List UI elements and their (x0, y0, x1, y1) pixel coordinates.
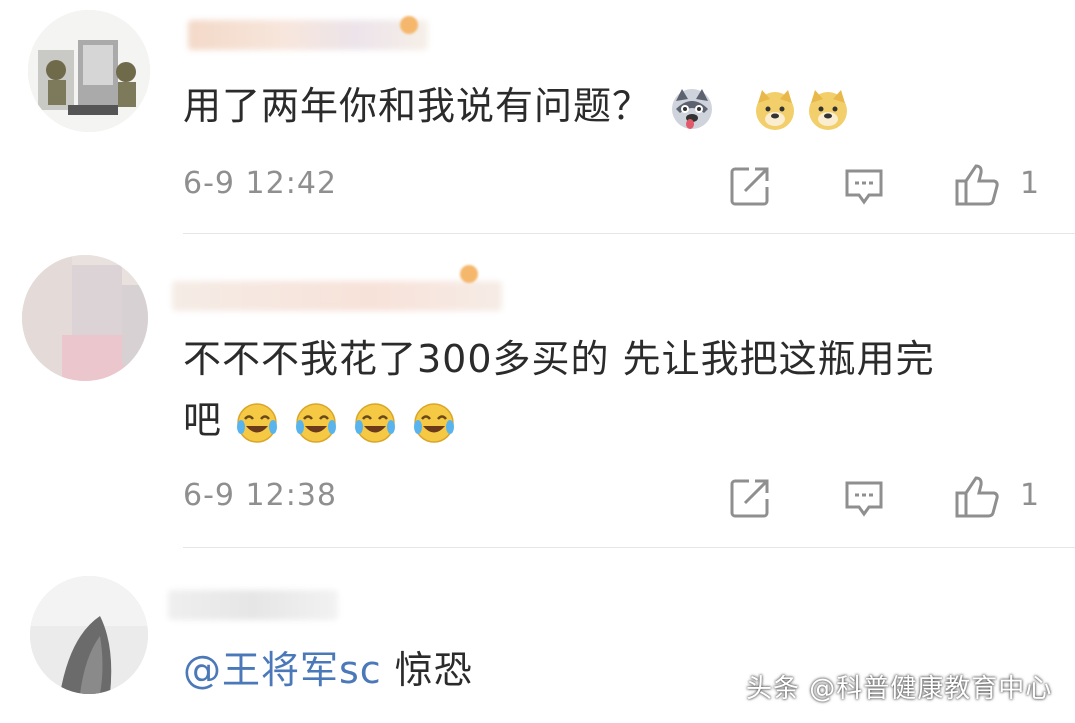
comment-1: 用了两年你和我说有问题？ 6-9 12:42 1 (0, 0, 1075, 235)
mention-link[interactable]: @王将军sc (183, 648, 382, 692)
like-count: 1 (1020, 478, 1040, 513)
share-icon (730, 479, 769, 518)
avatar[interactable] (28, 10, 150, 132)
like-count: 1 (1020, 166, 1040, 201)
avatar[interactable] (30, 576, 148, 694)
thumbs-up-icon (955, 164, 999, 206)
share-button[interactable] (729, 477, 771, 519)
comment-time: 6-9 12:38 (183, 478, 337, 513)
thumbs-up-icon (955, 476, 999, 518)
username-blurred[interactable] (188, 20, 428, 50)
username-blurred[interactable] (168, 590, 338, 620)
reply-button[interactable] (843, 479, 885, 519)
share-icon (730, 167, 769, 206)
laugh-cry-emoji-icon (353, 401, 397, 445)
avatar[interactable] (22, 255, 148, 381)
laugh-cry-emoji-icon (294, 401, 338, 445)
laugh-cry-emoji-icon (235, 401, 279, 445)
comment-time: 6-9 12:42 (183, 166, 337, 201)
watermark: 头条 @科普健康教育中心 (746, 674, 1053, 704)
doge-emoji-icon (753, 87, 797, 131)
comment-text-line1: 不不不我花了300多买的 先让我把这瓶用完 (183, 337, 935, 381)
user-badge-icon (400, 16, 418, 34)
doge-emoji-icon (806, 87, 850, 131)
comment-2: 不不不我花了300多买的 先让我把这瓶用完 吧 6-9 12:38 1 (0, 235, 1075, 550)
comment-text-line2: 吧 (183, 390, 456, 450)
comment-icon (845, 169, 883, 205)
comment-text: @王将军sc 惊恐 (183, 648, 473, 692)
husky-emoji-icon (670, 87, 714, 131)
user-badge-icon (460, 265, 478, 283)
like-button[interactable] (954, 475, 1000, 519)
like-button[interactable] (954, 163, 1000, 207)
divider (183, 233, 1075, 234)
username-blurred[interactable] (172, 281, 502, 311)
comment-icon (845, 481, 883, 517)
reply-button[interactable] (843, 167, 885, 207)
share-button[interactable] (729, 165, 771, 207)
divider (183, 547, 1075, 548)
laugh-cry-emoji-icon (412, 401, 456, 445)
comment-text: 用了两年你和我说有问题？ (183, 76, 850, 136)
